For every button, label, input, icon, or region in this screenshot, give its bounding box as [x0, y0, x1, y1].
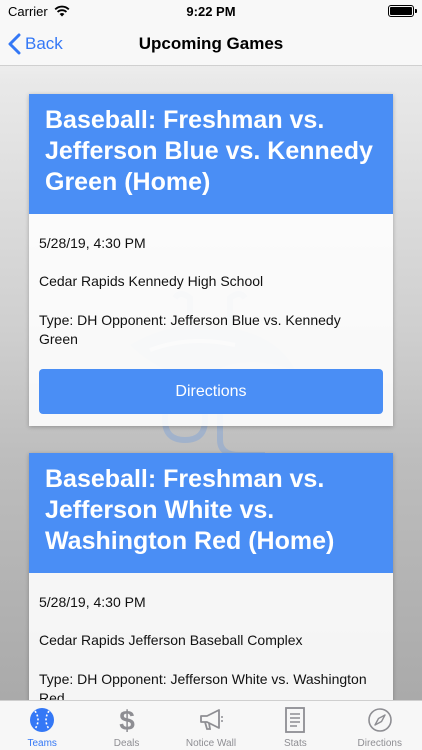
- game-type-opponent: Type: DH Opponent: Jefferson White vs. W…: [39, 671, 367, 700]
- tab-notice-wall[interactable]: Notice Wall: [169, 701, 253, 749]
- games-list[interactable]: Baseball: Freshman vs. Jefferson Blue vs…: [0, 66, 422, 700]
- compass-icon: [365, 706, 395, 734]
- dollar-icon: $: [112, 706, 142, 734]
- game-location: Cedar Rapids Kennedy High School: [39, 273, 264, 289]
- tab-label: Notice Wall: [185, 738, 237, 749]
- directions-button[interactable]: Directions: [39, 369, 383, 414]
- megaphone-icon: [196, 706, 226, 734]
- game-title: Baseball: Freshman vs. Jefferson Blue vs…: [29, 94, 393, 214]
- back-label: Back: [25, 34, 63, 53]
- document-icon: [280, 706, 310, 734]
- battery-icon: [388, 5, 417, 17]
- game-location: Cedar Rapids Jefferson Baseball Complex: [39, 632, 303, 648]
- game-card: Baseball: Freshman vs. Jefferson White v…: [29, 453, 393, 700]
- baseball-icon: [27, 706, 57, 734]
- game-datetime: 5/28/19, 4:30 PM: [39, 235, 146, 251]
- game-details: 5/28/19, 4:30 PM Cedar Rapids Jefferson …: [29, 573, 393, 700]
- status-bar: Carrier 9:22 PM: [0, 0, 422, 22]
- page-title: Upcoming Games: [138, 33, 284, 53]
- game-card: Baseball: Freshman vs. Jefferson Blue vs…: [29, 94, 393, 426]
- svg-text:$: $: [119, 706, 135, 734]
- tab-teams[interactable]: Teams: [0, 701, 84, 749]
- tab-label: Deals: [113, 738, 140, 749]
- tab-directions[interactable]: Directions: [338, 701, 422, 749]
- game-type-opponent: Type: DH Opponent: Jefferson Blue vs. Ke…: [39, 312, 341, 347]
- back-button[interactable]: Back: [8, 22, 63, 66]
- status-time: 9:22 PM: [186, 3, 236, 19]
- chevron-left-icon: [8, 33, 21, 55]
- navigation-bar: Back Upcoming Games: [0, 22, 422, 66]
- tab-label: Stats: [283, 738, 307, 749]
- tab-deals[interactable]: $ Deals: [85, 701, 169, 749]
- tab-stats[interactable]: Stats: [253, 701, 337, 749]
- game-datetime: 5/28/19, 4:30 PM: [39, 594, 146, 610]
- game-details: 5/28/19, 4:30 PM Cedar Rapids Kennedy Hi…: [29, 214, 393, 426]
- tab-bar: Teams $ Deals Notice Wall Stats Directio…: [0, 700, 422, 750]
- game-title: Baseball: Freshman vs. Jefferson White v…: [29, 453, 393, 573]
- tab-label: Teams: [27, 738, 57, 749]
- tab-label: Directions: [357, 738, 402, 749]
